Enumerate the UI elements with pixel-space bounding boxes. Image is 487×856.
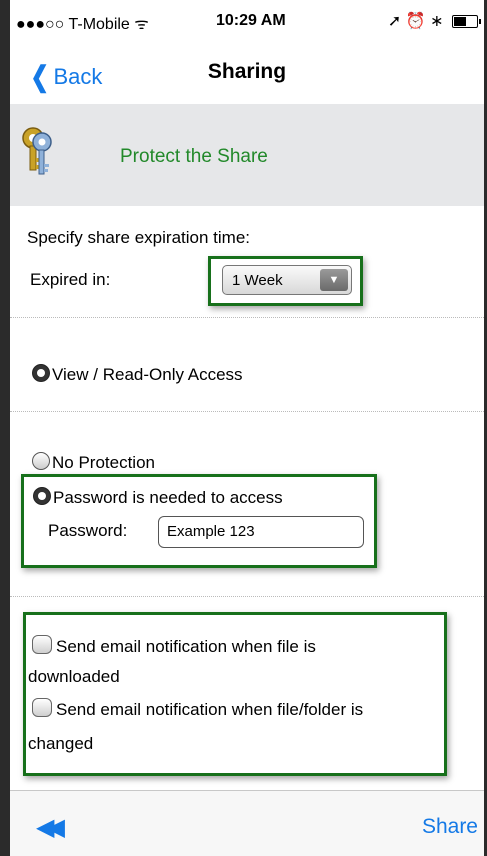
divider <box>10 596 484 597</box>
changed-checkbox[interactable] <box>32 698 52 717</box>
protect-share-title: Protect the Share <box>120 146 268 167</box>
keys-icon <box>22 127 52 175</box>
protect-header: Protect the Share <box>10 104 484 206</box>
navigation-bar: ❮ Back Sharing <box>10 40 484 104</box>
expiration-heading: Specify share expiration time: <box>27 228 250 247</box>
password-field[interactable] <box>158 516 364 548</box>
battery-icon <box>452 15 481 29</box>
no-protection-label: No Protection <box>52 453 155 472</box>
password-label: Password: <box>48 521 128 540</box>
dropdown-arrow-icon: ▼ <box>320 269 348 291</box>
carrier-label: ●●●○○ T-Mobile ᯤ <box>16 16 149 33</box>
view-only-label: View / Read-Only Access <box>52 365 243 384</box>
divider <box>10 317 484 318</box>
status-bar: ●●●○○ T-Mobile ᯤ 10:29 AM ➚ ⏰ ∗ <box>10 0 484 40</box>
bottom-toolbar: ◀◀ Share <box>10 790 484 856</box>
divider <box>10 411 484 412</box>
downloaded-line1: Send email notification when file is <box>56 637 316 656</box>
downloaded-checkbox[interactable] <box>32 635 52 654</box>
rewind-icon[interactable]: ◀◀ <box>36 813 65 842</box>
password-input[interactable] <box>167 523 355 540</box>
page-title: Sharing <box>207 60 287 83</box>
phone-screen: ●●●○○ T-Mobile ᯤ 10:29 AM ➚ ⏰ ∗ ❮ Back Sh… <box>10 0 484 856</box>
share-button[interactable]: Share <box>422 815 478 839</box>
downloaded-line2: downloaded <box>28 667 120 686</box>
changed-line1: Send email notification when file/folder… <box>56 700 364 719</box>
changed-line2: changed <box>28 734 94 753</box>
view-only-radio[interactable] <box>32 364 50 382</box>
status-icons: ➚ ⏰ ∗ <box>387 11 481 31</box>
no-protection-radio[interactable] <box>32 452 50 470</box>
status-symbols: ➚ ⏰ ∗ <box>387 13 444 30</box>
expiration-select[interactable]: 1 Week ▼ <box>222 265 352 295</box>
expired-in-label: Expired in: <box>30 270 111 289</box>
expiration-value: 1 Week <box>232 272 283 289</box>
clock: 10:29 AM <box>216 12 286 29</box>
password-radio[interactable] <box>33 487 51 505</box>
password-needed-label: Password is needed to access <box>53 488 283 507</box>
